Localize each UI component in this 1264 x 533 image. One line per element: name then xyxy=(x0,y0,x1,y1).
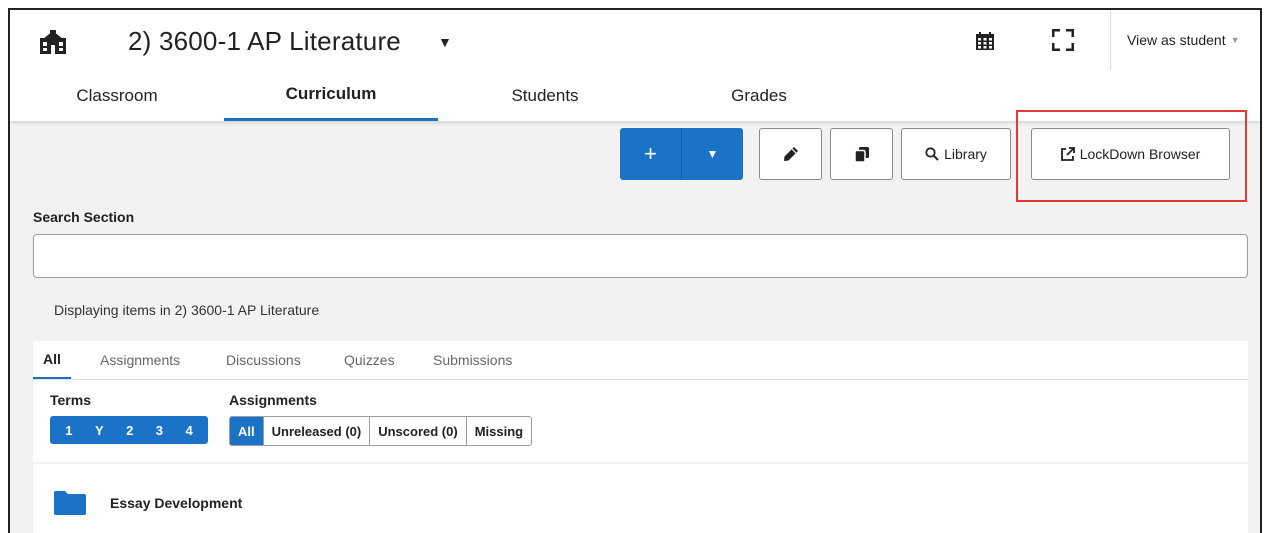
school-icon xyxy=(40,30,66,54)
assignments-filter-label: Assignments xyxy=(229,392,317,408)
filter-tab-submissions[interactable]: Submissions xyxy=(433,341,512,379)
term-4[interactable]: 4 xyxy=(185,423,192,438)
copy-button[interactable] xyxy=(830,128,893,180)
tab-curriculum[interactable]: Curriculum xyxy=(224,70,438,121)
term-3[interactable]: 3 xyxy=(156,423,163,438)
search-section-label: Search Section xyxy=(33,209,135,225)
pencil-icon xyxy=(783,147,798,161)
library-button[interactable]: Library xyxy=(901,128,1011,180)
highlight-box xyxy=(1016,110,1247,202)
list-item[interactable]: Essay Development xyxy=(33,464,1248,533)
tab-classroom[interactable]: Classroom xyxy=(10,70,224,121)
course-dropdown-icon[interactable]: ▼ xyxy=(438,34,452,50)
search-icon xyxy=(925,147,939,161)
item-title: Essay Development xyxy=(110,495,243,511)
tab-students[interactable]: Students xyxy=(438,70,652,121)
calendar-icon[interactable] xyxy=(976,32,994,50)
view-as-student-dropdown[interactable]: View as student ▼ xyxy=(1110,10,1260,70)
tab-grades[interactable]: Grades xyxy=(652,70,866,121)
search-section-input[interactable] xyxy=(33,234,1248,278)
filter-tab-all[interactable]: All xyxy=(33,341,71,379)
assignments-filter: All Unreleased (0) Unscored (0) Missing xyxy=(229,416,533,446)
folder-icon xyxy=(54,491,86,515)
term-y[interactable]: Y xyxy=(95,423,104,438)
app-frame: 2) 3600-1 AP Literature ▼ View as studen… xyxy=(8,8,1262,533)
terms-selector: 1 Y 2 3 4 xyxy=(50,416,208,444)
term-1[interactable]: 1 xyxy=(65,423,72,438)
fullscreen-icon[interactable] xyxy=(1052,29,1074,51)
filter-tab-quizzes[interactable]: Quizzes xyxy=(344,341,395,379)
term-2[interactable]: 2 xyxy=(126,423,133,438)
chevron-down-icon: ▼ xyxy=(1230,35,1240,45)
filter-tab-assignments[interactable]: Assignments xyxy=(100,341,180,379)
copy-icon xyxy=(854,146,869,162)
edit-button[interactable] xyxy=(759,128,822,180)
view-as-student-label: View as student xyxy=(1127,32,1226,48)
add-button-group: + ▼ xyxy=(620,128,743,180)
terms-label: Terms xyxy=(50,392,91,408)
add-dropdown-button[interactable]: ▼ xyxy=(682,128,743,180)
filter-panel: Terms 1 Y 2 3 4 Assignments All Unreleas… xyxy=(33,380,1248,462)
library-label: Library xyxy=(944,146,987,162)
assignments-filter-missing[interactable]: Missing xyxy=(466,417,532,445)
app-header: 2) 3600-1 AP Literature ▼ View as studen… xyxy=(10,10,1260,71)
item-type-tabs: All Assignments Discussions Quizzes Subm… xyxy=(33,341,1248,380)
assignments-filter-all[interactable]: All xyxy=(230,417,264,445)
add-button[interactable]: + xyxy=(620,128,682,180)
course-title[interactable]: 2) 3600-1 AP Literature xyxy=(128,26,401,57)
assignments-filter-unscored[interactable]: Unscored (0) xyxy=(370,417,467,445)
filter-tab-discussions[interactable]: Discussions xyxy=(226,341,301,379)
caret-down-icon: ▼ xyxy=(706,147,719,161)
displaying-items-text: Displaying items in 2) 3600-1 AP Literat… xyxy=(54,302,320,318)
assignments-filter-unreleased[interactable]: Unreleased (0) xyxy=(263,417,371,445)
